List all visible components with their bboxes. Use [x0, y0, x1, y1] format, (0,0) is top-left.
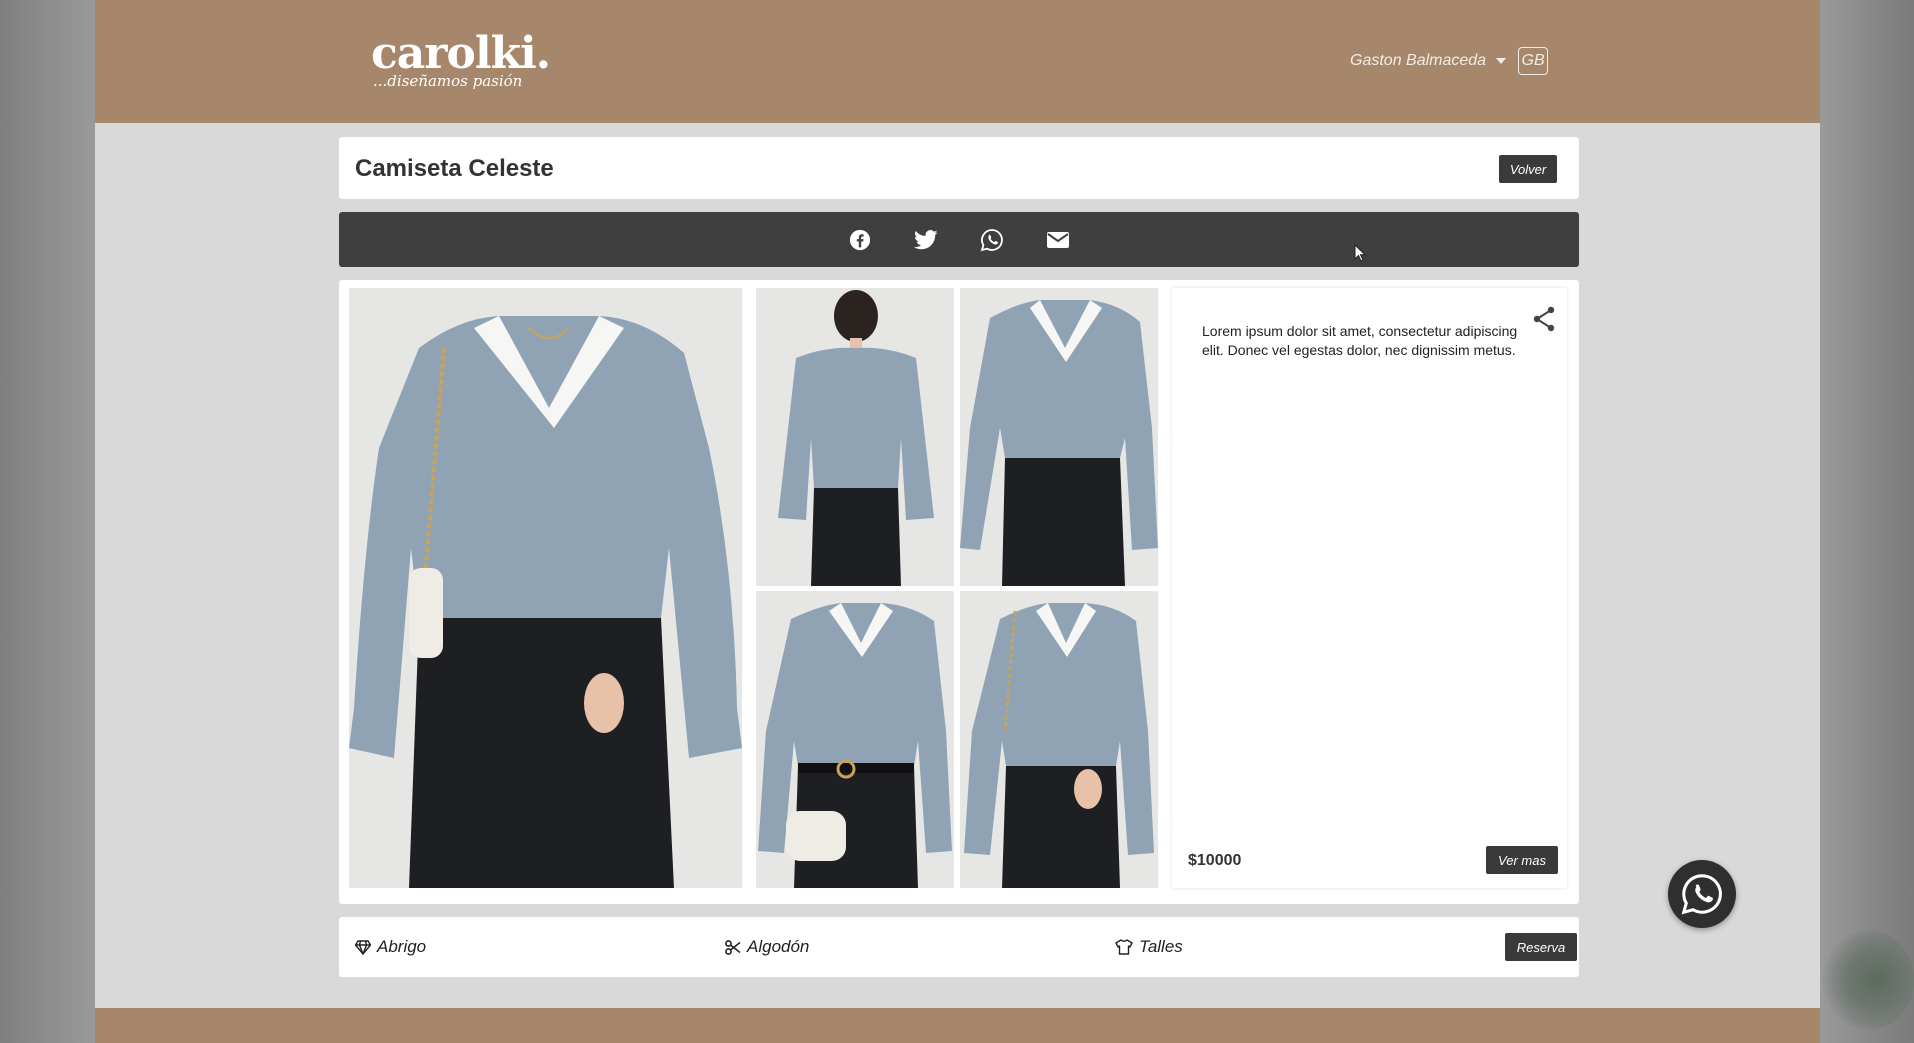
mouse-cursor-icon — [1354, 244, 1367, 262]
whatsapp-float-button[interactable] — [1668, 860, 1736, 928]
user-avatar[interactable]: GB — [1518, 47, 1549, 75]
diamond-icon — [355, 939, 371, 955]
feature-sizes[interactable]: Talles — [1115, 937, 1183, 957]
twitter-icon[interactable] — [914, 228, 938, 252]
page-title: Camiseta Celeste — [355, 155, 554, 182]
product-image-thumb-4[interactable] — [960, 591, 1158, 888]
back-button[interactable]: Volver — [1499, 155, 1557, 183]
feature-type: Abrigo — [355, 937, 426, 957]
product-price: $10000 — [1188, 852, 1242, 869]
feature-material-label: Algodón — [747, 937, 810, 956]
tshirt-icon — [1115, 939, 1133, 955]
top-navbar: carolki. ...diseñamos pasión Gaston Balm… — [95, 0, 1820, 123]
product-features-bar: Abrigo Algodón Talles Reserva — [339, 917, 1579, 977]
product-card: Lorem ipsum dolor sit amet, consectetur … — [339, 280, 1579, 904]
brand-name: carolki. — [371, 28, 551, 79]
page-frame: carolki. ...diseñamos pasión Gaston Balm… — [95, 0, 1820, 1043]
user-name: Gaston Balmaceda — [1350, 52, 1487, 69]
see-more-button[interactable]: Ver mas — [1486, 846, 1558, 874]
user-menu[interactable]: Gaston Balmaceda GB — [1350, 47, 1549, 75]
whatsapp-icon — [1681, 874, 1722, 915]
scissors-icon — [725, 939, 741, 955]
email-icon[interactable] — [1046, 228, 1070, 252]
footer-bar — [95, 1008, 1820, 1043]
product-image-thumb-3[interactable] — [756, 591, 954, 888]
whatsapp-icon[interactable] — [980, 228, 1004, 252]
product-description: Lorem ipsum dolor sit amet, consectetur … — [1202, 323, 1518, 358]
product-image-thumb-1[interactable] — [756, 288, 954, 586]
share-bar — [339, 212, 1579, 267]
video-side-right — [1820, 0, 1914, 1043]
side-blur — [1822, 930, 1914, 1030]
video-side-left — [0, 0, 95, 1043]
product-title-card: Camiseta Celeste Volver — [339, 137, 1579, 199]
brand-logo[interactable]: carolki. ...diseñamos pasión — [371, 28, 551, 89]
product-image-thumb-2[interactable] — [960, 288, 1158, 586]
product-info-panel: Lorem ipsum dolor sit amet, consectetur … — [1172, 288, 1567, 888]
reserve-button[interactable]: Reserva — [1505, 933, 1577, 961]
chevron-down-icon — [1496, 58, 1507, 64]
share-icon[interactable] — [1532, 306, 1556, 337]
feature-sizes-label: Talles — [1139, 937, 1183, 956]
feature-material: Algodón — [725, 937, 809, 957]
feature-type-label: Abrigo — [377, 937, 427, 956]
facebook-icon[interactable] — [848, 228, 872, 252]
product-image-main[interactable] — [349, 288, 742, 888]
